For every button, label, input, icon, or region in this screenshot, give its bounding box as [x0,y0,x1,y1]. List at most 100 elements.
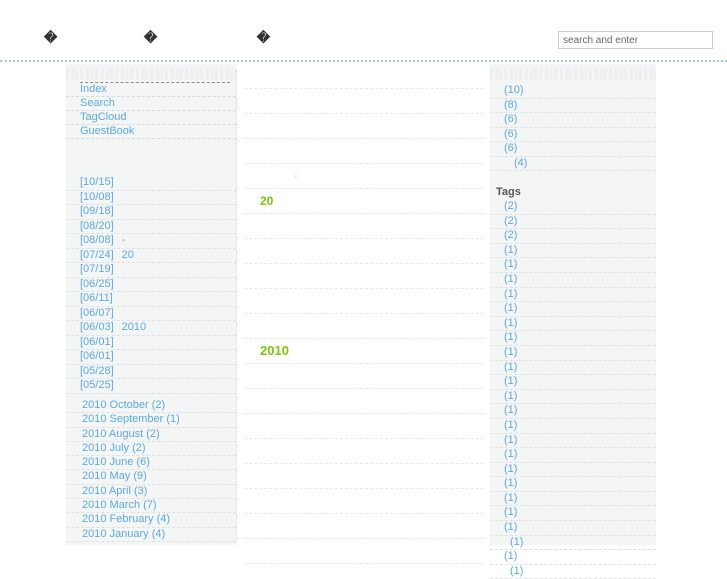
post-row-title: 20 [260,194,274,208]
post-row[interactable]: 2010 [244,339,484,364]
tag-item[interactable]: (1) [490,375,656,390]
tag-item[interactable]: (1) [490,302,656,317]
post-row[interactable] [244,514,484,539]
tag-item[interactable]: (1) [490,419,656,434]
tag-item[interactable]: (1) [490,448,656,463]
archive-item[interactable]: 2010 April (3) [66,484,236,500]
tag-item[interactable]: (1) [490,463,656,478]
category-item[interactable]: (6) [490,113,656,128]
tag-item[interactable]: (1) [490,244,656,259]
recent-post-item[interactable]: [08/08] - [66,234,236,249]
post-row[interactable] [244,64,484,89]
tag-item-count: (2) [504,229,518,242]
category-item[interactable]: (10) [490,84,656,99]
category-item[interactable]: (4) [490,157,656,171]
recent-post-item[interactable]: [06/11] [66,292,236,307]
sidebar-item-guestbook[interactable]: GuestBook [66,125,236,139]
tag-item[interactable]: (2) [490,200,656,215]
post-row[interactable] [244,114,484,139]
tag-item[interactable]: (2) [490,229,656,244]
archive-item[interactable]: 2010 September (1) [66,413,236,428]
archive-item-label: 2010 June (6) [82,456,150,469]
post-row[interactable]: 20 [244,189,484,214]
recent-post-item[interactable]: [10/08] [66,190,236,205]
search-box[interactable] [558,31,713,49]
archive-item[interactable]: 2010 October (2) [66,399,236,414]
recent-post-item[interactable]: [06/25] [66,278,236,292]
tag-item[interactable]: (1) [490,492,656,507]
tag-item[interactable]: (1) [490,273,656,288]
recent-post-item[interactable]: [07/19] [66,263,236,278]
post-row[interactable] [244,364,484,389]
archive-item[interactable]: 2010 August (2) [66,428,236,442]
recent-post-item[interactable]: [10/15] [66,176,236,191]
recent-post-item[interactable]: [09/18] [66,205,236,220]
category-item-count: (10) [504,84,524,96]
tag-item[interactable]: (1) [490,434,656,449]
tag-item[interactable]: (1) [490,288,656,303]
recent-post-date: [06/07] [80,306,114,319]
recent-post-item[interactable]: [05/25] [66,379,236,394]
tag-item-count: (1) [504,375,518,388]
recent-post-date: [10/15] [80,176,114,188]
post-row[interactable] [244,314,484,339]
post-row[interactable] [244,489,484,514]
post-row[interactable] [244,414,484,439]
category-item[interactable]: (8) [490,99,656,113]
post-row[interactable] [244,439,484,464]
archive-item[interactable]: 2010 February (4) [66,513,236,528]
tag-item[interactable]: (1) [490,258,656,273]
recent-post-item[interactable]: [06/01] [66,350,236,365]
archive-item[interactable]: 2010 July (2) [66,442,236,457]
post-row[interactable] [244,389,484,414]
sidebar-item-tagcloud[interactable]: TagCloud [66,111,236,125]
archive-item[interactable]: 2010 March (7) [66,499,236,514]
blog-title[interactable]: � � � [44,30,271,46]
tag-item-count: (1) [510,564,524,577]
tag-item-count: (1) [504,477,518,490]
category-item[interactable]: (6) [490,142,656,157]
tag-item[interactable]: (1) [490,390,656,405]
archive-item[interactable]: 2010 May (9) [66,470,236,485]
tag-item[interactable]: (1) [490,506,656,522]
tag-item[interactable]: (1) [490,477,656,492]
archive-item-label: 2010 September (1) [82,413,180,426]
post-row[interactable]: - [244,164,484,189]
archive-item[interactable]: 2010 January (4) [66,528,236,542]
sidebar-item-label: TagCloud [80,111,127,123]
post-list: - 20 2010 [244,64,484,564]
post-row[interactable] [244,89,484,114]
sidebar-left: Index Search TagCloud GuestBook [10/15] [… [66,64,236,545]
tag-item[interactable]: (2) [490,215,656,230]
archive-item[interactable]: 2010 June (6) [66,456,236,471]
recent-post-item[interactable]: [06/07] [66,306,236,321]
tag-item[interactable]: (1) [490,565,656,579]
post-row[interactable] [244,289,484,314]
recent-post-date: [10/08] [80,190,114,203]
archive-item-label: 2010 April (3) [82,484,148,497]
post-row[interactable] [244,139,484,164]
post-row[interactable] [244,239,484,264]
recent-post-item[interactable]: [06/03] 2010 [66,321,236,336]
tag-item[interactable]: (1) [490,317,656,332]
sidebar-item-index[interactable]: Index [66,83,236,97]
search-input[interactable] [563,32,708,48]
recent-post-item[interactable]: [07/24] 20 [66,249,236,263]
tag-item[interactable]: (1) [490,550,656,565]
tag-item[interactable]: (1) [490,404,656,419]
sidebar-item-search[interactable]: Search [66,97,236,111]
post-row[interactable] [244,539,484,564]
category-item[interactable]: (6) [490,128,656,142]
post-row[interactable] [244,464,484,489]
recent-post-item[interactable]: [06/01] [66,336,236,350]
post-row[interactable] [244,214,484,239]
post-row[interactable] [244,264,484,289]
recent-post-item[interactable]: [08/20] [66,220,236,234]
tag-item-count: (1) [504,433,518,446]
tag-item[interactable]: (1) [490,331,656,346]
recent-post-item[interactable]: [05/28] [66,365,236,379]
tag-item[interactable]: (1) [490,536,656,551]
tag-item[interactable]: (1) [490,346,656,361]
tag-item[interactable]: (1) [490,521,656,536]
tag-item[interactable]: (1) [490,361,656,376]
